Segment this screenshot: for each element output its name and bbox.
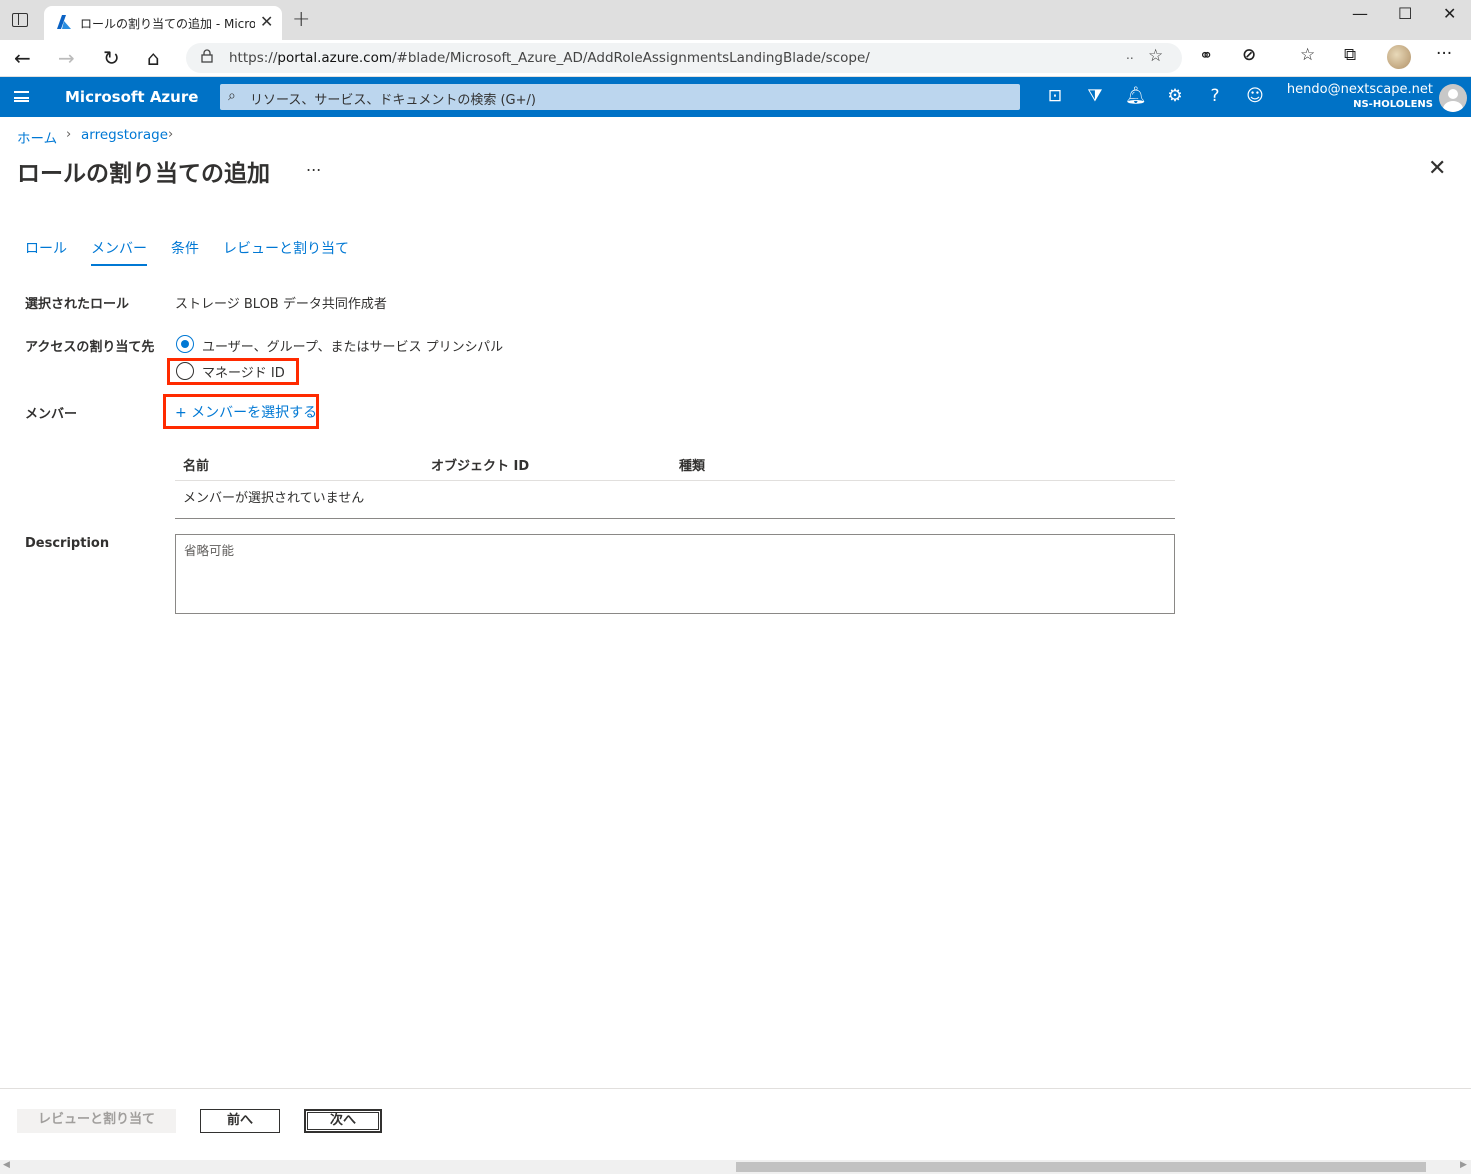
- cloud-shell-icon[interactable]: ⊡: [1045, 86, 1065, 106]
- profile-avatar[interactable]: [1387, 45, 1411, 69]
- tab-role[interactable]: ロール: [25, 238, 67, 258]
- column-header-name: 名前: [183, 459, 210, 474]
- tab-title: ロールの割り当ての追加 - Microsoft: [80, 17, 255, 31]
- user-avatar[interactable]: [1439, 84, 1467, 112]
- notifications-icon[interactable]: 🔔︎: [1125, 86, 1147, 106]
- directory-filter-icon[interactable]: ⧩: [1085, 86, 1105, 106]
- azure-logo-icon: [57, 15, 71, 29]
- tab-conditions[interactable]: 条件: [171, 238, 199, 258]
- link-icon[interactable]: ⚭: [1199, 46, 1213, 66]
- column-header-type: 種類: [679, 459, 706, 474]
- minimize-icon[interactable]: —: [1352, 4, 1368, 23]
- previous-button[interactable]: 前へ: [200, 1109, 280, 1133]
- scroll-right-icon[interactable]: ▶: [1460, 1160, 1467, 1170]
- add-favorite-icon[interactable]: ☆: [1148, 46, 1163, 66]
- back-icon[interactable]: ←: [14, 46, 31, 70]
- radio-user-group[interactable]: [176, 335, 194, 353]
- next-button[interactable]: 次へ: [304, 1109, 382, 1133]
- url-input[interactable]: https://portal.azure.com/#blade/Microsof…: [186, 43, 1182, 73]
- scroll-left-icon[interactable]: ◀: [3, 1160, 10, 1170]
- chevron-right-icon: ›: [66, 127, 72, 142]
- close-icon[interactable]: ✕: [1428, 156, 1446, 181]
- members-label: メンバー: [25, 407, 78, 422]
- search-icon: ⌕: [228, 88, 236, 104]
- collections-icon[interactable]: ⧉: [1344, 45, 1356, 65]
- url-text: https://portal.azure.com/#blade/Microsof…: [229, 50, 870, 66]
- home-icon[interactable]: ⌂: [147, 46, 160, 70]
- breadcrumb-home[interactable]: ホーム: [17, 127, 57, 147]
- user-email[interactable]: hendo@nextscape.net: [1287, 82, 1433, 97]
- table-empty-message: メンバーが選択されていません: [183, 491, 365, 506]
- menu-icon[interactable]: [14, 91, 29, 102]
- review-assign-button[interactable]: レビューと割り当て: [17, 1109, 176, 1133]
- tab-review-assign[interactable]: レビューと割り当て: [223, 238, 349, 258]
- selected-role-label: 選択されたロール: [25, 297, 130, 312]
- breadcrumb-storage[interactable]: arregstorage: [81, 127, 168, 143]
- brand-name[interactable]: Microsoft Azure: [65, 88, 198, 106]
- azure-header: Microsoft Azure ⌕ リソース、サービス、ドキュメントの検索 (G…: [0, 77, 1471, 117]
- search-input[interactable]: ⌕ リソース、サービス、ドキュメントの検索 (G+/): [220, 84, 1020, 110]
- new-tab-icon[interactable]: +: [292, 7, 310, 32]
- user-tenant: NS-HOLOLENS: [1353, 99, 1433, 110]
- tab-members[interactable]: メンバー: [91, 238, 147, 266]
- url-ellipsis: ..: [1126, 48, 1134, 62]
- more-options-icon[interactable]: ...: [306, 156, 321, 175]
- assign-to-label: アクセスの割り当て先: [25, 340, 155, 355]
- scrollbar-thumb[interactable]: [736, 1162, 1426, 1172]
- browser-tab-bar: ロールの割り当ての追加 - Microsoft ✕ + — ☐ ✕: [0, 0, 1471, 40]
- refresh-icon[interactable]: ↻: [103, 46, 120, 70]
- tab-close-icon[interactable]: ✕: [260, 12, 273, 31]
- address-bar-row: ← → ↻ ⌂ https://portal.azure.com/#blade/…: [0, 40, 1471, 77]
- window-close-icon[interactable]: ✕: [1443, 4, 1456, 23]
- description-label: Description: [25, 536, 110, 551]
- block-icon[interactable]: ⊘: [1242, 45, 1256, 65]
- column-header-object-id: オブジェクト ID: [431, 459, 530, 474]
- selected-role-value: ストレージ BLOB データ共同作成者: [175, 297, 387, 312]
- forward-icon[interactable]: →: [58, 46, 75, 70]
- favorites-icon[interactable]: ☆: [1300, 45, 1315, 65]
- table-header-divider: [175, 480, 1175, 481]
- maximize-icon[interactable]: ☐: [1398, 4, 1412, 23]
- description-textarea[interactable]: 省略可能: [175, 534, 1175, 614]
- description-placeholder: 省略可能: [184, 543, 235, 558]
- footer-divider: [0, 1088, 1471, 1089]
- settings-icon[interactable]: ⚙: [1165, 86, 1185, 106]
- radio-managed-id[interactable]: [176, 362, 194, 380]
- option-managed-id-label[interactable]: マネージド ID: [202, 362, 285, 381]
- help-icon[interactable]: ?: [1205, 86, 1225, 106]
- browser-tab[interactable]: ロールの割り当ての追加 - Microsoft ✕: [44, 6, 282, 40]
- option-user-group-label[interactable]: ユーザー、グループ、またはサービス プリンシパル: [202, 336, 503, 355]
- lock-icon: [201, 49, 213, 63]
- feedback-icon[interactable]: ☺: [1245, 86, 1265, 106]
- more-icon[interactable]: ···: [1436, 44, 1452, 64]
- select-members-link[interactable]: + メンバーを選択する: [175, 402, 317, 422]
- horizontal-scrollbar[interactable]: ◀ ▶: [0, 1160, 1471, 1174]
- search-placeholder: リソース、サービス、ドキュメントの検索 (G+/): [250, 93, 536, 108]
- page-title: ロールの割り当ての追加: [17, 161, 270, 187]
- table-bottom-divider: [175, 518, 1175, 519]
- chevron-right-icon: ›: [168, 127, 174, 142]
- tab-actions-icon[interactable]: [12, 13, 28, 27]
